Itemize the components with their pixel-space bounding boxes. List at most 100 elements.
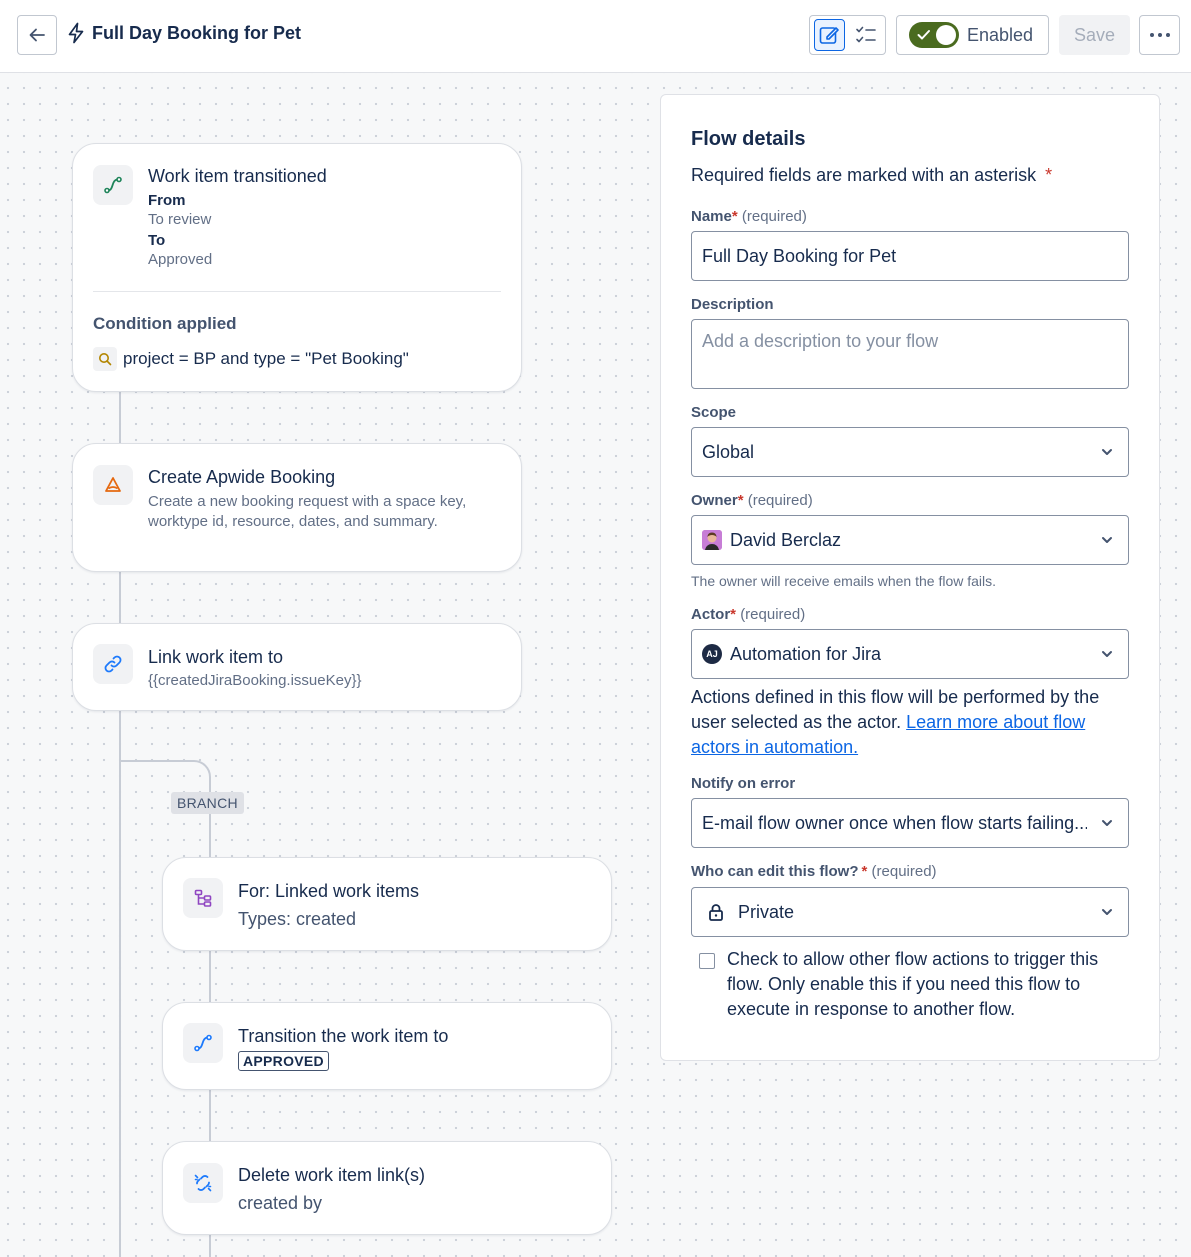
save-button[interactable]: Save [1059,15,1130,55]
edit-pencil-icon [819,27,840,44]
chevron-down-icon [1102,820,1112,826]
description-label: Description [691,296,774,313]
branch-card-for-linked[interactable]: For: Linked work items Types: created [162,857,612,951]
required-intro-text: Required fields are marked with an aster… [691,165,1037,185]
flow-details-panel: Flow details Required fields are marked … [660,94,1160,1061]
who-edit-required-hint: (required) [871,863,937,880]
actor-value: Automation for Jira [730,643,882,664]
back-button[interactable] [17,15,57,55]
unlink-icon [194,1174,212,1192]
branch-card-transition[interactable]: Transition the work item to APPROVED [162,1002,612,1090]
link-icon [104,655,122,673]
notify-label: Notify on error [691,775,796,792]
link-icon-tile [93,644,133,684]
search-icon-tile [93,347,117,371]
checklist-view-button[interactable] [851,19,881,51]
transition-icon [194,1034,212,1052]
condition-jql: project = BP and type = "Pet Booking" [123,349,409,368]
trigger-icon-tile [93,165,133,205]
name-label: Name* (required) [691,208,807,225]
edit-view-button[interactable] [814,19,845,51]
who-edit-label: Who can edit this flow? * (required) [691,863,937,880]
who-edit-value: Private [738,901,795,922]
name-label-text: Name [691,208,732,225]
who-edit-select[interactable]: Private [691,887,1129,937]
transition-title: Transition the work item to [238,1026,449,1046]
scope-label: Scope [691,404,737,421]
scope-select[interactable]: Global [691,427,1129,477]
description-placeholder: Add a description to your flow [702,331,939,351]
allow-trigger-label: Check to allow other flow actions to tri… [727,949,1099,1019]
owner-value: David Berclaz [730,529,842,550]
actor-explanation: Actions defined in this flow will be per… [691,685,1131,760]
view-toggle [809,15,886,55]
who-edit-label-text: Who can edit this flow? [691,863,859,880]
enabled-toggle-control[interactable]: Enabled [896,15,1049,55]
lock-icon [709,904,723,921]
title-wrap: Full Day Booking for Pet [66,22,301,44]
link-title: Link work item to [148,647,284,667]
checklist-icon [855,26,876,43]
chevron-down-icon [1102,449,1112,455]
apwide-description: Create a new booking request with a spac… [148,493,467,530]
scope-value: Global [702,441,755,462]
name-field[interactable]: Full Day Booking for Pet [691,231,1129,281]
trigger-title: Work item transitioned [148,166,327,186]
trigger-card[interactable]: Work item transitioned From To review To… [72,143,522,392]
actor-required-hint: (required) [740,606,806,623]
link-smart-value: {{createdJiraBooking.issueKey}} [148,672,362,689]
apwide-icon-tile [93,465,133,505]
status-lozenge: APPROVED [238,1051,329,1071]
more-horizontal-icon [1149,33,1170,37]
to-value: Approved [148,251,213,268]
owner-label: Owner* (required) [691,492,813,509]
chevron-down-icon [1102,909,1112,915]
more-actions-button[interactable] [1139,15,1180,55]
panel-title: Flow details [691,128,806,150]
transition-icon [104,176,122,194]
to-label: To [148,232,166,249]
actor-select[interactable]: AJ Automation for Jira [691,629,1129,679]
page-title: Full Day Booking for Pet [92,22,302,43]
enabled-label: Enabled [967,24,1034,45]
name-required-hint: (required) [741,208,807,225]
owner-help-text: The owner will receive emails when the f… [691,573,997,589]
branch-icon-tile [183,878,223,918]
branch-icon [194,889,212,907]
apwide-title: Create Apwide Booking [148,467,336,487]
avatar [702,530,722,550]
for-types: Types: created [238,909,357,929]
toggle-knob [936,25,956,45]
chevron-down-icon [1102,651,1112,657]
chevron-down-icon [1102,537,1112,543]
transition-icon-tile [183,1023,223,1063]
who-edit-required-star: * [861,863,868,880]
card-divider [93,291,501,292]
owner-select[interactable]: David Berclaz [691,515,1129,565]
required-intro: Required fields are marked with an aster… [691,165,1052,186]
owner-label-text: Owner [691,492,738,509]
enabled-toggle[interactable] [909,22,959,48]
actor-label-text: Actor [691,606,731,623]
actor-required-star: * [730,606,737,623]
from-label: From [148,192,186,209]
action-card-link-work-item[interactable]: Link work item to {{createdJiraBooking.i… [72,623,522,711]
branch-card-delete-link[interactable]: Delete work item link(s) created by [162,1141,612,1235]
description-field[interactable]: Add a description to your flow [691,319,1129,389]
from-value: To review [148,211,212,228]
required-star: * [1045,165,1053,185]
lightning-bolt-icon [68,22,84,44]
actor-avatar: AJ [702,644,722,664]
check-icon [917,30,930,40]
allow-trigger-checkbox[interactable] [699,953,715,969]
action-card-apwide-booking[interactable]: Create Apwide Booking Create a new booki… [72,443,522,572]
branch-tag: BRANCH [171,792,244,814]
delete-link-type: created by [238,1193,323,1213]
name-required-star: * [731,208,738,225]
user-avatar-icon [702,530,722,550]
owner-required-star: * [737,492,744,509]
notify-select[interactable]: E-mail flow owner once when flow starts … [691,798,1129,848]
unlink-icon-tile [183,1163,223,1203]
name-value: Full Day Booking for Pet [702,245,897,266]
condition-title: Condition applied [93,314,237,333]
